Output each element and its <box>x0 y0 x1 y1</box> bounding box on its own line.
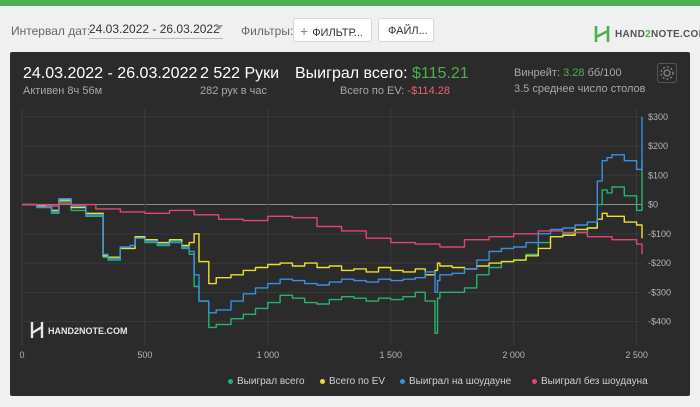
profit-chart: $300 $200 $100 $0 -$100 -$200 -$300 -$400 0 500 1 … <box>19 108 671 360</box>
x-tick-label: 500 <box>137 350 152 360</box>
x-tick-label: 1 000 <box>257 350 280 360</box>
x-tick-label: 1 500 <box>379 350 402 360</box>
legend-dot-icon <box>400 378 405 384</box>
y-tick-label: -$400 <box>648 317 671 327</box>
plus-icon: + <box>300 23 309 39</box>
legend-dot-icon <box>532 378 537 384</box>
legend-item[interactable]: Всего по EV <box>320 376 385 387</box>
watermark-logo-icon <box>30 322 44 338</box>
series-line <box>22 202 643 255</box>
toolbar: Интервал дат: 24.03.2022 - 26.03.2022 Фи… <box>0 6 700 50</box>
legend-item[interactable]: Выиграл на шоудауне <box>400 376 511 387</box>
legend-item[interactable]: Выиграл без шоудауна <box>532 376 648 387</box>
y-tick-label: -$200 <box>648 258 671 268</box>
hand2note-logo-icon <box>594 26 610 42</box>
x-tick-label: 2 000 <box>502 350 525 360</box>
date-range-select[interactable]: 24.03.2022 - 26.03.2022 <box>89 22 223 39</box>
y-tick-label: $100 <box>648 170 668 180</box>
watermark: HAND2NOTE.COM <box>30 322 128 338</box>
date-range-value: 24.03.2022 - 26.03.2022 <box>89 22 220 36</box>
y-tick-label: -$100 <box>648 229 671 239</box>
series-line <box>22 199 643 285</box>
chevron-down-icon <box>215 25 223 30</box>
watermark-text: HAND2NOTE.COM <box>48 326 128 336</box>
filter-button-label: ФИЛЬТР... <box>312 27 363 39</box>
filter-button[interactable]: + ФИЛЬТР... <box>293 18 372 42</box>
y-tick-label: $0 <box>648 200 658 210</box>
x-tick-label: 0 <box>19 350 24 360</box>
legend-label: Выиграл без шоудауна <box>541 376 648 387</box>
y-tick-label: $200 <box>648 141 668 151</box>
x-tick-label: 2 500 <box>625 350 648 360</box>
legend-label: Выиграл на шоудауне <box>409 376 512 387</box>
series-line <box>22 160 643 334</box>
y-tick-label: -$300 <box>648 287 671 297</box>
stats-panel: 24.03.2022 - 26.03.2022 Активен 8ч 56м 2… <box>10 52 690 396</box>
file-button[interactable]: ФАЙЛ... <box>378 18 434 42</box>
legend-dot-icon <box>228 378 233 384</box>
file-button-label: ФАЙЛ... <box>388 25 428 37</box>
logo-text: HAND2NOTE.COM <box>615 29 700 40</box>
legend-label: Выиграл всего <box>237 376 305 387</box>
legend-item[interactable]: Выиграл всего <box>228 376 305 387</box>
date-interval-label: Интервал дат: <box>11 24 91 38</box>
legend-label: Всего по EV <box>329 376 386 387</box>
filters-label: Фильтры: <box>241 24 294 38</box>
legend-dot-icon <box>320 378 325 384</box>
y-tick-label: $300 <box>648 112 668 122</box>
